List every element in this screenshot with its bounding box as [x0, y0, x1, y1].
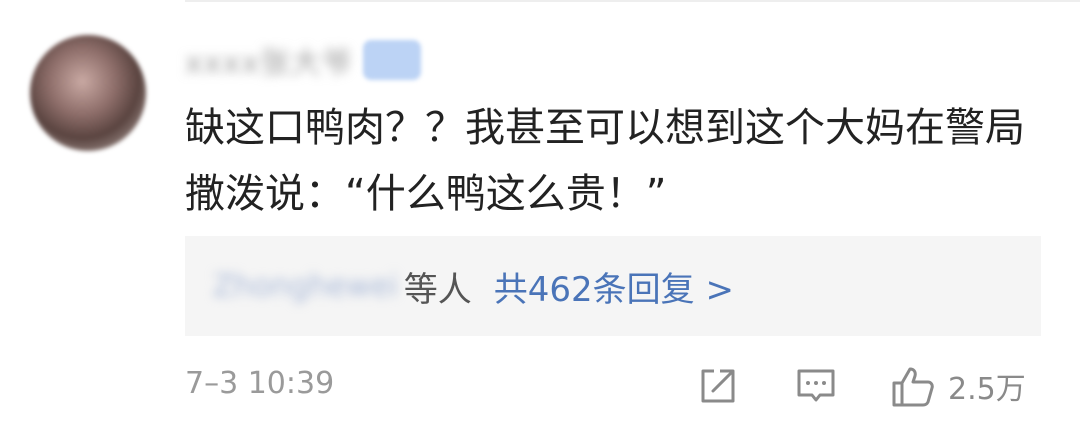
top-divider [185, 0, 1080, 2]
like-count: 2.5万 [948, 372, 1026, 407]
comment-icon [797, 369, 835, 402]
view-replies-link[interactable]: 共462条回复 > [494, 262, 734, 311]
share-button[interactable] [698, 362, 738, 410]
avatar[interactable] [30, 35, 146, 151]
username[interactable]: xxxx张大爷 [185, 38, 353, 82]
reply-preview-suffix: 等人 [403, 269, 472, 310]
reply-preview-names: Zhonghewei [213, 268, 398, 304]
share-icon [701, 369, 735, 403]
timestamp: 7–3 10:39 [185, 366, 335, 401]
like-button[interactable]: 2.5万 [890, 362, 1026, 410]
comment-text: 缺这口鸭肉？？我甚至可以想到这个大妈在警局撒泼说：“什么鸭这么贵！” [185, 105, 1025, 217]
reply-button[interactable] [795, 362, 837, 410]
vip-badge [363, 40, 422, 80]
comment-header: xxxx张大爷 [185, 38, 422, 82]
thumbs-up-icon [892, 367, 934, 407]
reply-preview[interactable]: Zhonghewei 等人 共462条回复 > [185, 236, 1041, 336]
